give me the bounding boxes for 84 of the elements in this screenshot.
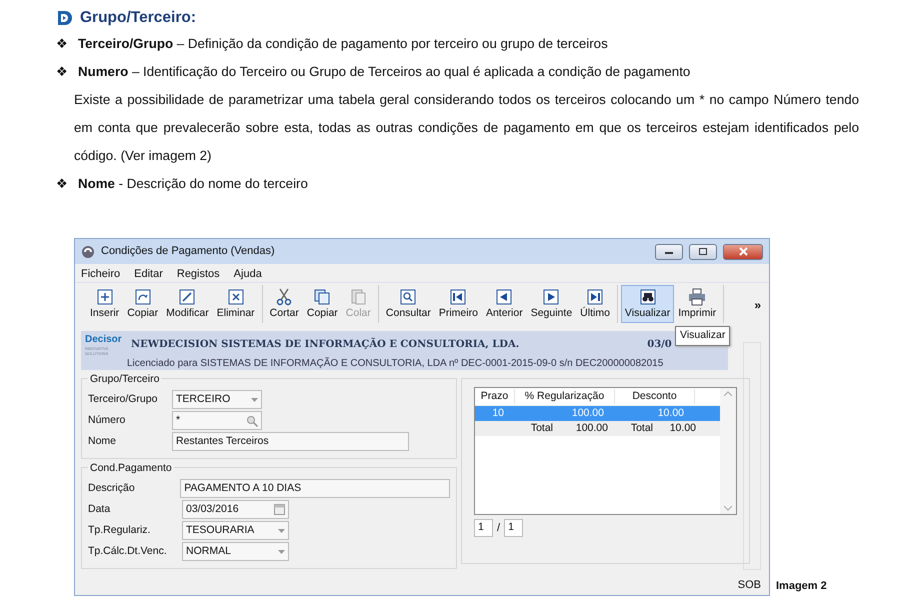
toolbar-button[interactable]: Visualizar: [620, 285, 674, 323]
search-icon: [246, 414, 258, 426]
column-header[interactable]: % Regularização: [515, 388, 615, 404]
paste-icon: [349, 288, 368, 306]
bullet-text: Nome - Descrição do nome do terceiro: [78, 175, 308, 194]
menu-item[interactable]: Registos: [176, 266, 220, 280]
caret-icon: [278, 550, 285, 554]
field-label: Número: [88, 412, 126, 428]
grid-row[interactable]: Total 100.00 Total 10.00: [475, 421, 720, 436]
input-field[interactable]: PAGAMENTO A 10 DIAS: [180, 479, 450, 498]
column-header[interactable]: Desconto: [615, 388, 695, 404]
paragraph: Existe a possibilidade de parametrizar uma tabela geral considerando todos os terceiros colocando um * no campo Número tendo em conta que prevalecerão sobre esta, todas as outras condições de pagamento em que os terceiros estejam identificados pelo código. (Ver imagem 2): [73, 91, 859, 165]
scrollbar[interactable]: [720, 388, 736, 514]
toolbar-button[interactable]: Anterior: [482, 285, 527, 323]
field-label: Nome: [88, 434, 118, 449]
bullet-text: Numero – Identificação do Terceiro ou Grupo de Terceiros ao qual é aplicada a condição de pagamento: [78, 63, 690, 82]
overflow-button[interactable]: »: [750, 285, 765, 323]
binoculars-icon: [638, 288, 657, 306]
minimize-button[interactable]: [655, 244, 683, 260]
scissors-icon: [275, 288, 294, 306]
search-icon: [399, 288, 418, 306]
field-label: Tp.Cálc.Dt.Venc.: [88, 544, 168, 559]
toolbar-button[interactable]: Último: [576, 285, 614, 323]
tooltip: Visualizar: [675, 326, 730, 346]
page-field[interactable]: 1: [474, 519, 493, 537]
bullet-marker: ❖: [56, 63, 69, 82]
toolbar-button[interactable]: Cortar: [266, 285, 303, 323]
field-label: Data: [88, 502, 112, 517]
bullet-text: Terceiro/Grupo – Definição da condição de pagamento por terceiro ou grupo de terceiros: [78, 35, 608, 54]
page-separator: /: [497, 520, 500, 536]
status-text: SOB: [738, 578, 761, 592]
toolbar-button[interactable]: Modificar: [162, 285, 213, 323]
input-field[interactable]: Restantes Terceiros: [172, 432, 409, 451]
logo-icon: [56, 10, 72, 26]
maximize-button[interactable]: [689, 244, 717, 260]
previous-icon: [495, 288, 514, 306]
toolbar-button[interactable]: Consultar: [382, 285, 435, 323]
dropdown-field[interactable]: TERCEIRO: [172, 390, 262, 409]
dropdown-field[interactable]: TESOURARIA: [182, 521, 289, 540]
toolbar-button[interactable]: Copiar: [123, 285, 162, 323]
menu-item[interactable]: Ajuda: [234, 266, 262, 280]
license-text: Licenciado para SISTEMAS DE INFORMAÇÃO E CONSULTORIA, LDA nº DEC-0001-2015-09-0 s/n DEC200000082015: [126, 356, 664, 371]
caret-icon: [251, 398, 258, 402]
toolbar-button[interactable]: Copiar: [302, 285, 342, 323]
pencil-icon: [178, 288, 196, 306]
close-button[interactable]: [723, 244, 763, 260]
image-caption: Imagem 2: [776, 578, 827, 594]
toolbar-button[interactable]: Primeiro: [434, 285, 482, 323]
window-title: Condições de Pagamento (Vendas): [101, 244, 276, 260]
first-icon: [449, 288, 468, 306]
printer-icon: [688, 288, 706, 306]
header-date: 03/0: [647, 338, 672, 352]
app-icon: [81, 244, 95, 258]
date-field[interactable]: 03/03/2016: [182, 500, 289, 519]
field-label: Descrição: [88, 480, 136, 496]
bullet-marker: ❖: [56, 175, 69, 194]
caret-icon: [278, 528, 285, 532]
copy-icon: [134, 288, 152, 306]
plus-icon: [96, 288, 114, 306]
next-icon: [542, 288, 560, 306]
menu-item[interactable]: Ficheiro: [81, 266, 120, 280]
dropdown-field[interactable]: NORMAL: [182, 542, 289, 561]
copy-icon: [313, 288, 332, 306]
calendar-icon: [274, 504, 285, 515]
chevron-down-icon: [724, 506, 732, 511]
section-heading: Grupo/Terceiro:: [80, 8, 196, 28]
column-header[interactable]: Prazo: [475, 388, 515, 404]
toolbar-button[interactable]: Eliminar: [212, 285, 259, 323]
toolbar-button[interactable]: Inserir: [86, 285, 124, 323]
close-icon: [738, 247, 748, 256]
bullet-marker: ❖: [56, 35, 69, 54]
toolbar-button[interactable]: Seguinte: [526, 285, 576, 323]
maximize-icon: [699, 248, 707, 255]
menu-item[interactable]: Editar: [134, 266, 163, 280]
toolbar-button[interactable]: Imprimir: [674, 285, 720, 323]
page-total-field: 1: [504, 519, 524, 537]
last-icon: [586, 288, 604, 306]
chevron-up-icon: [724, 391, 732, 396]
lookup-field[interactable]: *: [172, 411, 262, 430]
logo-text: Decisor: [85, 333, 123, 346]
company-name: NEWDECISION SISTEMAS DE INFORMAÇÃO E CONSULTORIA, LDA.: [131, 337, 520, 352]
field-label: Tp.Regulariz.: [88, 522, 152, 538]
field-label: Terceiro/Grupo: [88, 392, 158, 407]
delete-icon: [226, 288, 245, 306]
